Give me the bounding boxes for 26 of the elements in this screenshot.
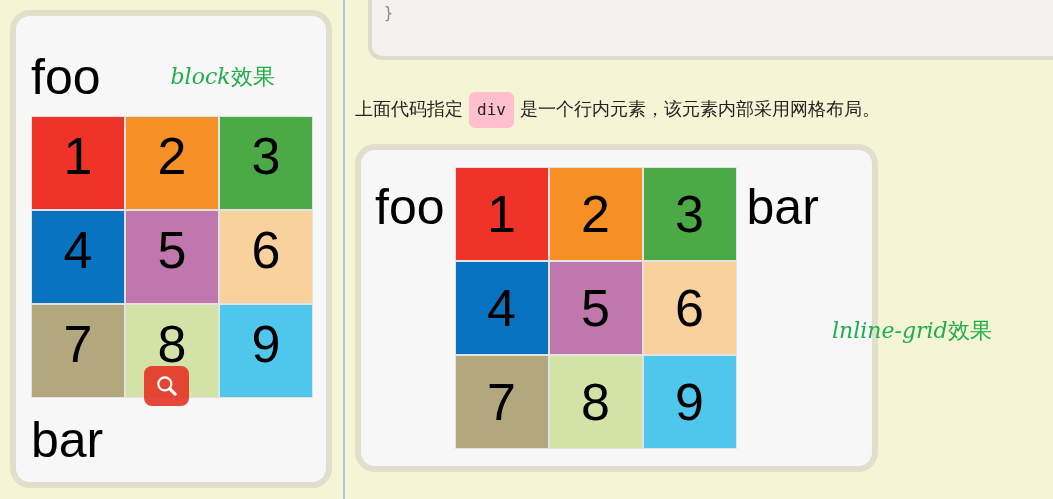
grid-cell: 6 xyxy=(220,211,312,303)
grid-cell: 1 xyxy=(32,117,124,209)
caption-text: block效果 xyxy=(170,63,275,91)
word-text: bar xyxy=(746,178,819,237)
grid-cell: 5 xyxy=(126,211,218,303)
paragraph-text: 上面代码指定 div 是一个行内元素，该元素内部采用网格布局。 xyxy=(355,92,1053,128)
grid-cell: 5 xyxy=(549,262,642,354)
word-text: foo xyxy=(375,178,445,237)
grid-cell: 8 xyxy=(549,356,642,448)
grid-cell: 9 xyxy=(643,356,736,448)
code-text: } xyxy=(384,4,394,22)
caption-text: lnline-grid效果 xyxy=(832,317,992,345)
grid-cell: 2 xyxy=(549,168,642,260)
grid-cell: 2 xyxy=(126,117,218,209)
grid-cell: 9 xyxy=(220,305,312,397)
grid-cell: 7 xyxy=(455,356,548,448)
grid-cell: 7 xyxy=(32,305,124,397)
grid-cell: 3 xyxy=(220,117,312,209)
word-text: bar xyxy=(31,411,105,470)
search-icon[interactable] xyxy=(144,366,189,406)
grid-cell: 3 xyxy=(643,168,736,260)
grid-cell: 1 xyxy=(455,168,548,260)
word-text: foo xyxy=(31,48,101,107)
grid-cell: 6 xyxy=(643,262,736,354)
grid-cell: 4 xyxy=(455,262,548,354)
grid-cell: 4 xyxy=(32,211,124,303)
